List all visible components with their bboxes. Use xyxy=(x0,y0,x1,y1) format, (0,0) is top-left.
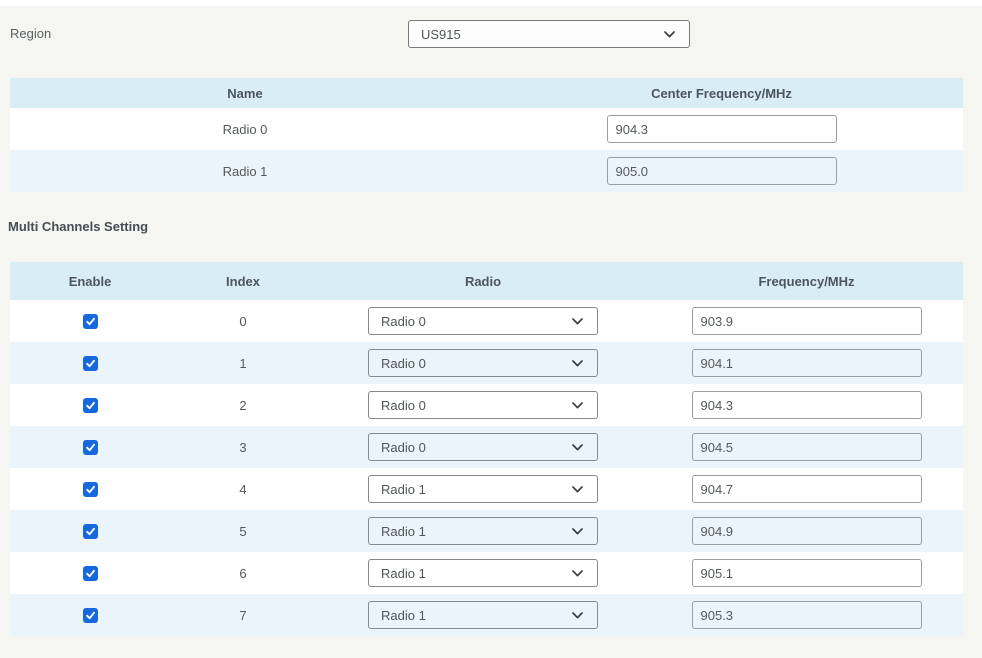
channel-index: 6 xyxy=(239,565,247,581)
multi-channels-title: Multi Channels Setting xyxy=(8,219,149,234)
check-icon xyxy=(85,317,95,326)
enable-checkbox[interactable] xyxy=(82,482,98,498)
channel-row: 7 Radio 1 xyxy=(10,594,963,636)
chevron-down-icon xyxy=(572,401,583,408)
radio-select[interactable]: Radio 1 xyxy=(368,517,598,545)
radio-select[interactable]: Radio 0 xyxy=(368,307,598,335)
check-icon xyxy=(85,527,95,536)
radio-select[interactable]: Radio 0 xyxy=(368,433,598,461)
channel-row: 5 Radio 1 xyxy=(10,510,963,552)
enable-checkbox[interactable] xyxy=(82,608,98,624)
frequency-input[interactable] xyxy=(691,307,922,335)
check-icon xyxy=(85,611,95,620)
radio-name: Radio 1 xyxy=(222,163,268,179)
channel-index: 5 xyxy=(239,523,247,539)
header-frequency: Frequency/MHz xyxy=(758,273,855,289)
region-row: Region US915 xyxy=(10,20,972,48)
header-radio: Radio xyxy=(464,273,502,289)
radio-select-value: Radio 1 xyxy=(381,565,426,581)
channel-row: 2 Radio 0 xyxy=(10,384,963,426)
channel-index: 7 xyxy=(239,607,247,623)
enable-checkbox[interactable] xyxy=(82,524,98,540)
radio-select-value: Radio 1 xyxy=(381,481,426,497)
enable-checkbox[interactable] xyxy=(82,314,98,330)
top-divider xyxy=(0,0,982,6)
frequency-input[interactable] xyxy=(691,391,922,419)
multi-channels-header: Enable Index Radio Frequency/MHz xyxy=(10,262,963,300)
channel-index: 3 xyxy=(239,439,247,455)
radio-select[interactable]: Radio 0 xyxy=(368,349,598,377)
check-icon xyxy=(85,401,95,410)
channel-row: 6 Radio 1 xyxy=(10,552,963,594)
chevron-down-icon xyxy=(572,359,583,366)
enable-checkbox[interactable] xyxy=(82,566,98,582)
channel-row: 4 Radio 1 xyxy=(10,468,963,510)
radio-name: Radio 0 xyxy=(222,121,268,137)
radio-select-value: Radio 0 xyxy=(381,439,426,455)
radio-row: Radio 0 xyxy=(10,108,963,150)
check-icon xyxy=(85,359,95,368)
chevron-down-icon xyxy=(572,569,583,576)
header-enable: Enable xyxy=(68,273,112,289)
radio-select[interactable]: Radio 1 xyxy=(368,475,598,503)
frequency-input[interactable] xyxy=(691,601,922,629)
radio-select-value: Radio 0 xyxy=(381,355,426,371)
enable-checkbox[interactable] xyxy=(82,398,98,414)
radio-select[interactable]: Radio 0 xyxy=(368,391,598,419)
center-frequency-input[interactable] xyxy=(606,115,837,143)
channel-row: 3 Radio 0 xyxy=(10,426,963,468)
channel-index: 1 xyxy=(239,355,247,371)
frequency-input[interactable] xyxy=(691,559,922,587)
chevron-down-icon xyxy=(572,611,583,618)
multi-channels-table: Enable Index Radio Frequency/MHz 0 Radio… xyxy=(10,262,963,636)
chevron-down-icon xyxy=(572,485,583,492)
radios-table-header: Name Center Frequency/MHz xyxy=(10,78,963,108)
radio-row: Radio 1 xyxy=(10,150,963,192)
channel-index: 0 xyxy=(239,313,247,329)
check-icon xyxy=(85,569,95,578)
chevron-down-icon xyxy=(664,30,675,37)
header-center-frequency: Center Frequency/MHz xyxy=(651,85,792,101)
frequency-input[interactable] xyxy=(691,517,922,545)
frequency-input[interactable] xyxy=(691,475,922,503)
radio-select-value: Radio 0 xyxy=(381,313,426,329)
radio-select[interactable]: Radio 1 xyxy=(368,601,598,629)
radio-select-value: Radio 1 xyxy=(381,607,426,623)
region-select-value: US915 xyxy=(421,26,461,42)
radio-select-value: Radio 1 xyxy=(381,523,426,539)
header-index: Index xyxy=(226,273,260,289)
center-frequency-input[interactable] xyxy=(606,157,837,185)
chevron-down-icon xyxy=(572,443,583,450)
enable-checkbox[interactable] xyxy=(82,356,98,372)
check-icon xyxy=(85,443,95,452)
chevron-down-icon xyxy=(572,527,583,534)
enable-checkbox[interactable] xyxy=(82,440,98,456)
chevron-down-icon xyxy=(572,317,583,324)
region-label: Region xyxy=(10,26,52,41)
radio-select[interactable]: Radio 1 xyxy=(368,559,598,587)
channel-index: 2 xyxy=(239,397,247,413)
frequency-input[interactable] xyxy=(691,433,922,461)
channel-row: 0 Radio 0 xyxy=(10,300,963,342)
check-icon xyxy=(85,485,95,494)
channel-index: 4 xyxy=(239,481,247,497)
header-name: Name xyxy=(227,85,263,101)
channel-row: 1 Radio 0 xyxy=(10,342,963,384)
radios-table: Name Center Frequency/MHz Radio 0 Radio … xyxy=(10,78,963,192)
radio-select-value: Radio 0 xyxy=(381,397,426,413)
channel-settings-page: Region US915 Name Center Frequency/MHz R… xyxy=(0,0,982,658)
frequency-input[interactable] xyxy=(691,349,922,377)
region-select[interactable]: US915 xyxy=(408,20,690,48)
